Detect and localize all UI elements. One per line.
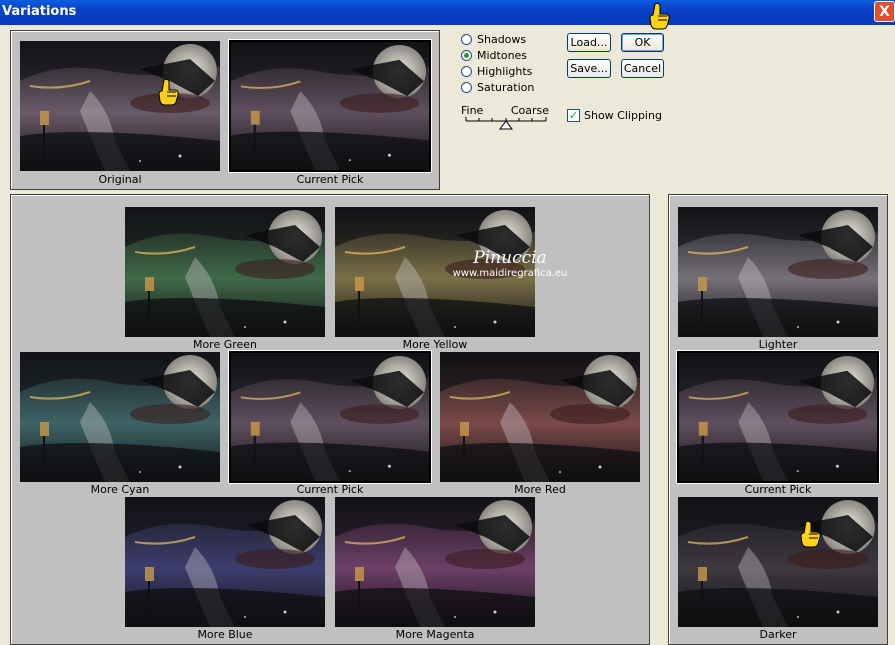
current-pick-brightness-thumbnail[interactable]: [676, 350, 880, 484]
more-cyan-label: More Cyan: [90, 483, 150, 496]
more-green-thumbnail[interactable]: [125, 207, 325, 337]
watermark: Pinuccia www.maidiregrafica.eu: [430, 248, 590, 279]
window-title: Variations: [2, 4, 77, 19]
radio-saturation-dot: [461, 82, 472, 93]
close-icon: X: [879, 4, 890, 20]
slider-thumb: [499, 120, 513, 130]
pointing-hand-ok-icon: [649, 2, 670, 30]
radio-saturation-label: Saturation: [477, 81, 535, 94]
radio-midtones-dot: [461, 50, 472, 61]
darker-label: Darker: [759, 628, 797, 641]
cancel-button[interactable]: Cancel: [621, 59, 664, 78]
current-pick-brightness-label: Current Pick: [744, 483, 812, 496]
more-blue-label: More Blue: [197, 628, 253, 641]
load-button[interactable]: Load...: [567, 33, 611, 52]
close-button[interactable]: X: [874, 1, 895, 22]
watermark-url: www.maidiregrafica.eu: [452, 268, 568, 279]
lighter-thumbnail[interactable]: [678, 207, 878, 337]
more-red-label: More Red: [514, 483, 566, 496]
watermark-name: Pinuccia: [473, 248, 547, 268]
current-pick-preview-label: Current Pick: [296, 173, 364, 186]
checkmark-icon: ✓: [567, 109, 580, 122]
radio-midtones-label: Midtones: [477, 49, 528, 62]
darker-thumbnail[interactable]: [678, 497, 878, 627]
original-thumbnail: [20, 41, 220, 171]
ok-button[interactable]: OK: [621, 33, 664, 52]
more-green-label: More Green: [192, 338, 258, 351]
title-bar: Variations X: [0, 0, 895, 25]
fine-coarse-slider[interactable]: Fine Coarse: [461, 104, 551, 130]
pointing-hand-darker-icon: [800, 520, 821, 548]
radio-shadows-dot: [461, 34, 472, 45]
more-blue-thumbnail[interactable]: [125, 497, 325, 627]
show-clipping-label: Show Clipping: [584, 109, 662, 122]
more-magenta-label: More Magenta: [395, 628, 475, 641]
current-pick-center-thumbnail[interactable]: [228, 350, 432, 484]
radio-highlights-dot: [461, 66, 472, 77]
original-label: Original: [98, 173, 142, 186]
more-cyan-thumbnail[interactable]: [20, 352, 220, 482]
radio-shadows-label: Shadows: [477, 33, 527, 46]
current-pick-preview: [228, 39, 432, 173]
lighter-label: Lighter: [758, 338, 798, 351]
slider-track: [465, 117, 547, 130]
more-magenta-thumbnail[interactable]: [335, 497, 535, 627]
current-pick-center-label: Current Pick: [296, 483, 364, 496]
radio-highlights-label: Highlights: [477, 65, 533, 78]
pointing-hand-icon: [158, 78, 179, 106]
save-button[interactable]: Save...: [567, 59, 611, 78]
more-red-thumbnail[interactable]: [440, 352, 640, 482]
more-yellow-label: More Yellow: [402, 338, 468, 351]
